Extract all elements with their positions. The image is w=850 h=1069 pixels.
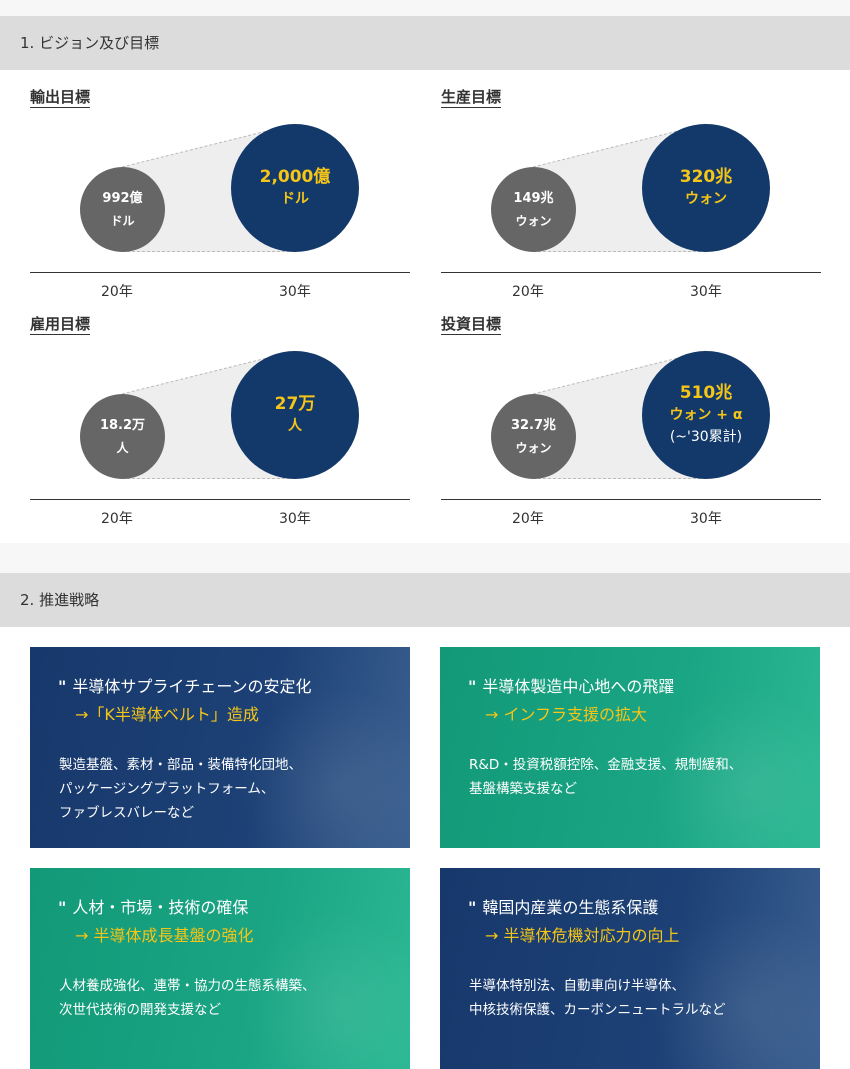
goal-title: 輸出目標 (30, 88, 91, 108)
card-body-line: 半導体特別法、自動車向け半導体、 (469, 978, 685, 994)
to-unit: ドル (281, 191, 309, 207)
to-year: 30年 (690, 284, 722, 300)
goal-title: 生産目標 (441, 88, 502, 108)
from-value: 18.2万 (99, 417, 146, 433)
card-body-line: ファブレスバレーなど (59, 805, 194, 821)
card-subtitle: → 半導体成長基盤の強化 (75, 926, 254, 945)
from-year: 20年 (101, 284, 133, 300)
card-body-line: パッケージングプラットフォーム、 (59, 781, 275, 797)
card-body: R&D・投資税額控除、金融支援、規制緩和、 基盤構築支援など (469, 753, 742, 801)
to-note: (~'30累計) (669, 429, 743, 445)
from-unit: ウォン (515, 440, 552, 455)
card-body-line: 次世代技術の開発支援など (59, 1002, 221, 1018)
card-title: 半導体サプライチェーンの安定化 (72, 677, 312, 696)
to-year: 30年 (279, 284, 311, 300)
goal-panel: 生産目標 149兆 ウォン 320兆 ウォン 20年 30年 (441, 88, 821, 308)
quote-icon: " (468, 898, 477, 917)
card-body: 人材養成強化、連帯・協力の生態系構築、 次世代技術の開発支援など (59, 974, 316, 1022)
from-year: 20年 (512, 284, 544, 300)
strategy-card: " 半導体サプライチェーンの安定化 →「K半導体ベルト」造成 製造基盤、素材・部品・… (30, 647, 410, 848)
card-body-line: 中核技術保護、カーボンニュートラルなど (469, 1002, 726, 1018)
card-subtitle: → インフラ支援の拡大 (485, 705, 648, 724)
to-circle: 27万人 (231, 351, 359, 479)
strategy-card: " 韓国内産業の生態系保護 → 半導体危機対応力の向上 半導体特別法、自動車向け半導… (440, 868, 820, 1069)
from-circle: 149兆ウォン (491, 167, 576, 252)
to-value: 320兆 (679, 167, 733, 187)
section-header-vision: 1. ビジョン及び目標 (0, 16, 850, 70)
axis-line (441, 499, 821, 500)
goal-panel: 輸出目標 992億 ドル 2,000億 ドル 20年 30年 (30, 88, 410, 308)
axis-line (441, 272, 821, 273)
to-value: 2,000億 (259, 167, 331, 187)
card-body-line: R&D・投資税額控除、金融支援、規制緩和、 (469, 757, 743, 773)
section-header-strategy: 2. 推進戦略 (0, 573, 850, 627)
card-body-line: 製造基盤、素材・部品・装備特化団地、 (59, 757, 302, 773)
card-body: 半導体特別法、自動車向け半導体、中核技術保護、カーボンニュートラルなど (469, 974, 726, 1022)
axis-line (30, 272, 410, 273)
from-value: 992億 (102, 190, 143, 206)
card-body: 製造基盤、素材・部品・装備特化団地、 パッケージングプラットフォーム、 ファブレスバ… (59, 753, 302, 825)
quote-icon: " (58, 898, 67, 917)
from-year: 20年 (512, 511, 544, 527)
from-unit: ドル (110, 213, 135, 228)
from-circle: 18.2万人 (80, 394, 165, 479)
from-year: 20年 (101, 511, 133, 527)
to-year: 30年 (690, 511, 722, 527)
from-circle: 32.7兆ウォン (491, 394, 576, 479)
to-value: 27万 (274, 394, 316, 414)
from-unit: 人 (116, 440, 129, 455)
strategy-card: " 半導体製造中心地への飛躍 → インフラ支援の拡大 R&D・投資税額控除、金融支援… (440, 647, 820, 848)
from-value: 149兆 (513, 190, 554, 206)
to-unit: ウォン + α (669, 407, 743, 423)
from-unit: ウォン (515, 213, 552, 228)
goal-panel: 投資目標 32.7兆ウォン 510兆ウォン + α (~'30累計) 20年 30… (441, 315, 821, 535)
card-title: 人材・市場・技術の確保 (72, 898, 249, 917)
top-spacer (0, 0, 850, 16)
to-value: 510兆 (679, 383, 733, 403)
card-subtitle: → 半導体危機対応力の向上 (485, 926, 680, 945)
card-body-line: 人材養成強化、連帯・協力の生態系構築、 (59, 978, 316, 994)
card-title: 半導体製造中心地への飛躍 (482, 677, 675, 696)
quote-icon: " (58, 677, 67, 696)
to-unit: ウォン (685, 191, 727, 207)
section-spacer (0, 543, 850, 573)
from-circle: 992億ドル (80, 167, 165, 252)
card-subtitle: →「K半導体ベルト」造成 (75, 705, 259, 724)
quote-icon: " (468, 677, 477, 696)
goal-title: 雇用目標 (30, 315, 91, 335)
to-circle: 510兆ウォン + α (~'30累計) (642, 351, 770, 479)
goal-title: 投資目標 (441, 315, 502, 335)
goal-panel: 雇用目標 18.2万人 27万人 20年 30年 (30, 315, 410, 535)
from-value: 32.7兆 (510, 417, 557, 433)
to-circle: 320兆ウォン (642, 124, 770, 252)
strategy-card: " 人材・市場・技術の確保 → 半導体成長基盤の強化 人材養成強化、連帯・協力の生態… (30, 868, 410, 1069)
card-title: 韓国内産業の生態系保護 (482, 898, 659, 917)
to-unit: 人 (288, 418, 302, 434)
axis-line (30, 499, 410, 500)
to-circle: 2,000億ドル (231, 124, 359, 252)
card-body-line: 基盤構築支援など (469, 781, 577, 797)
to-year: 30年 (279, 511, 311, 527)
